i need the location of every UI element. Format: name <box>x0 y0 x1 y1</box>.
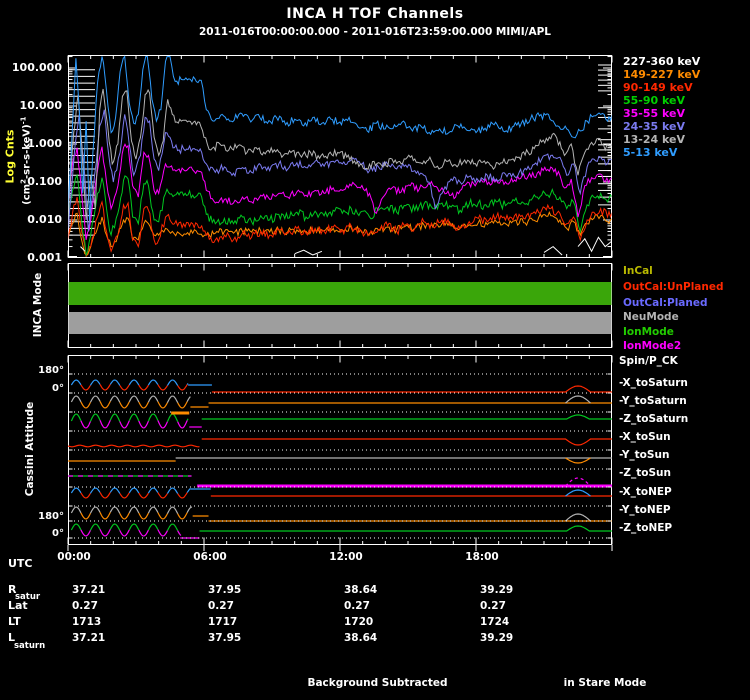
units-sup2: 2 <box>19 179 28 184</box>
flux-legend-item-5: 24-35 keV <box>623 120 686 133</box>
table-r-col3: 39.29 <box>480 584 514 596</box>
table-lat-col1: 0.27 <box>208 600 234 612</box>
flux-legend: 227-360 keV 149-227 keV 90-149 keV 55-90… <box>623 55 700 159</box>
mode-legend-item-5: IonMode2 <box>623 340 682 352</box>
table-r-col2: 38.64 <box>344 584 378 596</box>
table-rowlabel-l-sub: saturn <box>14 641 46 651</box>
utc-tick-0600: 06:00 <box>193 551 227 563</box>
table-lt-col0: 1713 <box>72 616 102 628</box>
table-lat-col0: 0.27 <box>72 600 98 612</box>
flux-legend-item-6: 13-24 keV <box>623 133 686 146</box>
attitude-row-label-znep: -Z_toNEP <box>619 522 673 534</box>
plot-page: INCA H TOF Channels 2011-016T00:00:00.00… <box>0 0 750 700</box>
table-r-col0: 37.21 <box>72 584 106 596</box>
table-r-col1: 37.95 <box>208 584 242 596</box>
table-lat-col2: 0.27 <box>344 600 370 612</box>
mode-legend-item-3: NeuMode <box>623 311 679 323</box>
table-lt-col1: 1717 <box>208 616 238 628</box>
utc-tick-0000: 00:00 <box>57 551 91 563</box>
flux-legend-item-7: 5-13 keV <box>623 146 678 159</box>
table-l-col2: 38.64 <box>344 632 378 644</box>
table-rowlabel-lat: Lat <box>8 599 28 612</box>
mode-legend-item-0: InCal <box>623 265 653 277</box>
attitude-row-label-ysun: -Y_toSun <box>619 449 670 461</box>
flux-legend-item-1: 149-227 keV <box>623 68 701 81</box>
attitude-row-label-zsaturn: -Z_toSaturn <box>619 413 689 425</box>
flux-legend-item-3: 55-90 keV <box>623 94 686 107</box>
mode-legend-item-4: IonMode <box>623 326 674 338</box>
table-lt-col2: 1720 <box>344 616 374 628</box>
attitude-row-label-ynep: -Y_toNEP <box>619 504 671 516</box>
attitude-angle-180-top: 180° <box>38 365 64 376</box>
attitude-panel-label: Cassini Attitude <box>24 401 36 497</box>
footer-stare-mode: in Stare Mode <box>563 677 647 689</box>
table-lat-col3: 0.27 <box>480 600 506 612</box>
flux-ylabel-units: (cm2-sr-s-keV)-1 <box>19 76 32 246</box>
units-prefix: (cm <box>21 183 33 205</box>
footer-background-subtracted: Background Subtracted <box>307 677 448 689</box>
utc-tick-1800: 18:00 <box>465 551 499 563</box>
attitude-angle-180-bot: 180° <box>38 511 64 522</box>
attitude-row-label-zsun: -Z_toSun <box>619 467 671 479</box>
flux-legend-item-4: 35-55 keV <box>623 107 686 120</box>
table-rowlabel-lt: LT <box>8 615 21 628</box>
units-supm1: -1 <box>19 116 28 125</box>
units-mid: -sr-s-keV) <box>21 124 33 180</box>
mode-legend-item-2: OutCal:Planed <box>623 297 708 309</box>
flux-legend-item-0: 227-360 keV <box>623 55 701 68</box>
attitude-row-label-xsun: -X_toSun <box>619 431 671 443</box>
utc-tick-1200: 12:00 <box>329 551 363 563</box>
mode-legend-item-1: OutCal:UnPlaned <box>623 281 724 293</box>
utc-axis-label: UTC <box>8 557 33 570</box>
attitude-row-label-ysaturn: -Y_toSaturn <box>619 395 687 407</box>
table-lt-col3: 1724 <box>480 616 510 628</box>
table-l-col3: 39.29 <box>480 632 514 644</box>
table-l-col0: 37.21 <box>72 632 106 644</box>
flux-legend-item-2: 90-149 keV <box>623 81 693 94</box>
attitude-row-label-xnep: -X_toNEP <box>619 486 672 498</box>
mode-panel-label: INCA Mode <box>32 272 44 338</box>
attitude-angle-0-bot: 0° <box>52 528 64 539</box>
attitude-row-label-spin: Spin/P_CK <box>619 355 678 367</box>
attitude-row-label-xsaturn: -X_toSaturn <box>619 377 688 389</box>
table-l-col1: 37.95 <box>208 632 242 644</box>
attitude-angle-0-top: 0° <box>52 383 64 394</box>
flux-ytick-100: 100.000 <box>11 61 62 74</box>
flux-ylabel: Log Cnts <box>3 129 17 184</box>
